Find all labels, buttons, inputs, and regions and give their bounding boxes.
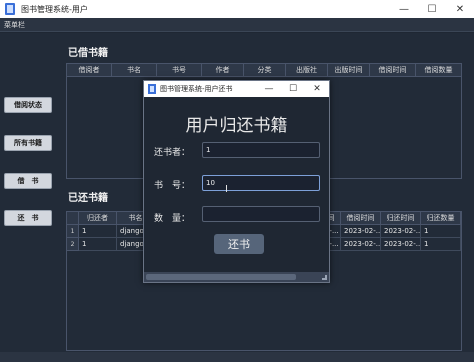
app-icon	[5, 3, 15, 15]
app-icon	[148, 84, 156, 94]
table-cell[interactable]: 1	[79, 225, 117, 238]
status-bar	[0, 352, 474, 362]
dialog-scrollbar[interactable]	[144, 272, 329, 282]
dialog-title: 图书管理系统-用户还书	[160, 85, 233, 93]
return-submit-button[interactable]: 还书	[214, 234, 264, 254]
dialog-maximize-button[interactable]: ☐	[281, 81, 305, 97]
borrow-status-button[interactable]: 借阅状态	[4, 97, 52, 113]
text-cursor-icon: I	[225, 184, 228, 195]
table-cell[interactable]: 1	[421, 225, 461, 238]
returner-label: 还书者：	[154, 148, 191, 158]
return-book-button[interactable]: 还 书	[4, 210, 52, 226]
returned-section-title: 已还书籍	[68, 193, 108, 204]
table-cell[interactable]: 2023-02-...	[341, 225, 381, 238]
row-number[interactable]: 2	[67, 238, 79, 251]
column-header[interactable]: 归还者	[79, 212, 117, 225]
column-header[interactable]: 借阅时间	[370, 64, 416, 77]
column-header[interactable]: 作者	[202, 64, 244, 77]
menu-item[interactable]: 菜单栏	[4, 20, 25, 30]
column-header[interactable]: 归还数量	[421, 212, 461, 225]
borrowed-section-title: 已借书籍	[68, 48, 108, 59]
dialog-heading: 用户归还书籍	[185, 116, 288, 136]
table-cell[interactable]: 1	[421, 238, 461, 251]
column-header[interactable]: 分类	[244, 64, 286, 77]
menubar: 菜单栏	[0, 18, 474, 32]
all-books-button[interactable]: 所有书籍	[4, 135, 52, 151]
book-number-input[interactable]: 10	[202, 175, 320, 191]
borrow-book-button[interactable]: 借 书	[4, 173, 52, 189]
close-button[interactable]: ✕	[446, 0, 474, 18]
column-header[interactable]: 归还时间	[381, 212, 421, 225]
table-cell[interactable]: 2023-02-...	[381, 225, 421, 238]
quantity-input[interactable]	[202, 206, 320, 222]
main-window-title: 图书管理系统-用户	[21, 4, 88, 14]
column-header[interactable]: 借阅数量	[416, 64, 462, 77]
column-header[interactable]: 出版社	[286, 64, 328, 77]
dialog-minimize-button[interactable]: —	[257, 81, 281, 97]
table-cell[interactable]: 2023-02-...	[341, 238, 381, 251]
scrollbar-thumb[interactable]	[146, 274, 296, 280]
minimize-button[interactable]: —	[390, 0, 418, 18]
table-cell[interactable]: 1	[79, 238, 117, 251]
main-window-titlebar: 图书管理系统-用户 — ☐ ✕	[0, 0, 474, 18]
book-number-label: 书 号：	[154, 181, 191, 191]
column-header[interactable]: 借阅时间	[341, 212, 381, 225]
row-number[interactable]: 1	[67, 225, 79, 238]
column-header[interactable]: 出版时间	[328, 64, 370, 77]
returner-input[interactable]: 1	[202, 142, 320, 158]
resize-grip-icon[interactable]	[322, 275, 327, 280]
borrowed-table-header: 借阅者 书名 书号 作者 分类 出版社 出版时间 借阅时间 借阅数量	[67, 64, 462, 77]
table-corner	[67, 212, 79, 225]
dialog-close-button[interactable]: ✕	[305, 81, 329, 97]
dialog-titlebar[interactable]: 图书管理系统-用户还书 — ☐ ✕	[144, 81, 329, 97]
column-header[interactable]: 书号	[157, 64, 202, 77]
table-cell[interactable]: 2023-02-...	[381, 238, 421, 251]
return-book-dialog: 图书管理系统-用户还书 — ☐ ✕ 用户归还书籍 还书者： 1 书 号： 10 …	[143, 80, 330, 283]
maximize-button[interactable]: ☐	[418, 0, 446, 18]
column-header[interactable]: 书名	[112, 64, 157, 77]
quantity-label: 数 量：	[154, 214, 191, 224]
column-header[interactable]: 借阅者	[67, 64, 112, 77]
